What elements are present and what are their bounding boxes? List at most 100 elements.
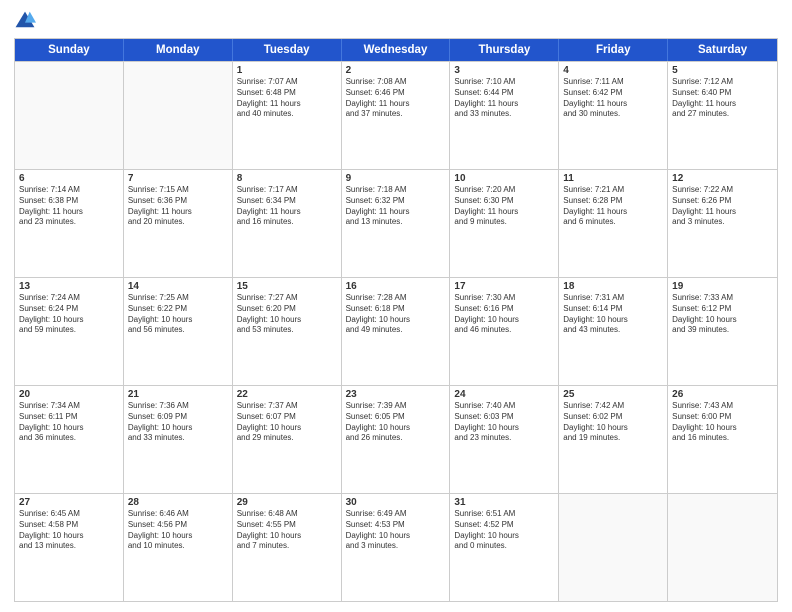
day-number: 14 — [128, 281, 228, 292]
day-number: 30 — [346, 497, 446, 508]
cell-info: Sunrise: 7:37 AMSunset: 6:07 PMDaylight:… — [237, 401, 337, 444]
day-number: 4 — [563, 65, 663, 76]
calendar-cell: 5Sunrise: 7:12 AMSunset: 6:40 PMDaylight… — [668, 62, 777, 169]
day-number: 7 — [128, 173, 228, 184]
calendar-cell: 7Sunrise: 7:15 AMSunset: 6:36 PMDaylight… — [124, 170, 233, 277]
cell-info: Sunrise: 7:33 AMSunset: 6:12 PMDaylight:… — [672, 293, 773, 336]
calendar-header: SundayMondayTuesdayWednesdayThursdayFrid… — [15, 39, 777, 61]
header — [14, 10, 778, 32]
day-number: 9 — [346, 173, 446, 184]
calendar: SundayMondayTuesdayWednesdayThursdayFrid… — [14, 38, 778, 602]
calendar-cell: 8Sunrise: 7:17 AMSunset: 6:34 PMDaylight… — [233, 170, 342, 277]
calendar-cell: 12Sunrise: 7:22 AMSunset: 6:26 PMDayligh… — [668, 170, 777, 277]
cell-info: Sunrise: 7:31 AMSunset: 6:14 PMDaylight:… — [563, 293, 663, 336]
calendar-cell: 26Sunrise: 7:43 AMSunset: 6:00 PMDayligh… — [668, 386, 777, 493]
calendar-cell: 29Sunrise: 6:48 AMSunset: 4:55 PMDayligh… — [233, 494, 342, 601]
calendar-cell: 24Sunrise: 7:40 AMSunset: 6:03 PMDayligh… — [450, 386, 559, 493]
calendar-row-2: 13Sunrise: 7:24 AMSunset: 6:24 PMDayligh… — [15, 277, 777, 385]
day-number: 11 — [563, 173, 663, 184]
day-number: 5 — [672, 65, 773, 76]
cell-info: Sunrise: 7:18 AMSunset: 6:32 PMDaylight:… — [346, 185, 446, 228]
calendar-cell: 1Sunrise: 7:07 AMSunset: 6:48 PMDaylight… — [233, 62, 342, 169]
day-number: 20 — [19, 389, 119, 400]
calendar-cell: 9Sunrise: 7:18 AMSunset: 6:32 PMDaylight… — [342, 170, 451, 277]
calendar-cell — [15, 62, 124, 169]
day-number: 26 — [672, 389, 773, 400]
calendar-row-0: 1Sunrise: 7:07 AMSunset: 6:48 PMDaylight… — [15, 61, 777, 169]
day-number: 24 — [454, 389, 554, 400]
calendar-row-1: 6Sunrise: 7:14 AMSunset: 6:38 PMDaylight… — [15, 169, 777, 277]
cell-info: Sunrise: 7:08 AMSunset: 6:46 PMDaylight:… — [346, 77, 446, 120]
day-number: 22 — [237, 389, 337, 400]
day-number: 3 — [454, 65, 554, 76]
day-number: 1 — [237, 65, 337, 76]
cell-info: Sunrise: 7:11 AMSunset: 6:42 PMDaylight:… — [563, 77, 663, 120]
cell-info: Sunrise: 7:34 AMSunset: 6:11 PMDaylight:… — [19, 401, 119, 444]
cell-info: Sunrise: 7:42 AMSunset: 6:02 PMDaylight:… — [563, 401, 663, 444]
calendar-cell: 18Sunrise: 7:31 AMSunset: 6:14 PMDayligh… — [559, 278, 668, 385]
calendar-cell: 13Sunrise: 7:24 AMSunset: 6:24 PMDayligh… — [15, 278, 124, 385]
calendar-cell: 25Sunrise: 7:42 AMSunset: 6:02 PMDayligh… — [559, 386, 668, 493]
calendar-cell: 2Sunrise: 7:08 AMSunset: 6:46 PMDaylight… — [342, 62, 451, 169]
day-number: 6 — [19, 173, 119, 184]
calendar-cell: 28Sunrise: 6:46 AMSunset: 4:56 PMDayligh… — [124, 494, 233, 601]
cell-info: Sunrise: 7:24 AMSunset: 6:24 PMDaylight:… — [19, 293, 119, 336]
calendar-row-3: 20Sunrise: 7:34 AMSunset: 6:11 PMDayligh… — [15, 385, 777, 493]
calendar-cell: 10Sunrise: 7:20 AMSunset: 6:30 PMDayligh… — [450, 170, 559, 277]
cell-info: Sunrise: 7:39 AMSunset: 6:05 PMDaylight:… — [346, 401, 446, 444]
day-number: 15 — [237, 281, 337, 292]
header-day-saturday: Saturday — [668, 39, 777, 61]
cell-info: Sunrise: 7:10 AMSunset: 6:44 PMDaylight:… — [454, 77, 554, 120]
day-number: 2 — [346, 65, 446, 76]
calendar-cell: 17Sunrise: 7:30 AMSunset: 6:16 PMDayligh… — [450, 278, 559, 385]
calendar-cell — [668, 494, 777, 601]
calendar-cell: 16Sunrise: 7:28 AMSunset: 6:18 PMDayligh… — [342, 278, 451, 385]
cell-info: Sunrise: 6:48 AMSunset: 4:55 PMDaylight:… — [237, 509, 337, 552]
cell-info: Sunrise: 7:07 AMSunset: 6:48 PMDaylight:… — [237, 77, 337, 120]
cell-info: Sunrise: 6:51 AMSunset: 4:52 PMDaylight:… — [454, 509, 554, 552]
calendar-cell — [559, 494, 668, 601]
day-number: 8 — [237, 173, 337, 184]
calendar-cell: 4Sunrise: 7:11 AMSunset: 6:42 PMDaylight… — [559, 62, 668, 169]
cell-info: Sunrise: 7:17 AMSunset: 6:34 PMDaylight:… — [237, 185, 337, 228]
day-number: 29 — [237, 497, 337, 508]
calendar-cell: 20Sunrise: 7:34 AMSunset: 6:11 PMDayligh… — [15, 386, 124, 493]
header-day-wednesday: Wednesday — [342, 39, 451, 61]
cell-info: Sunrise: 7:30 AMSunset: 6:16 PMDaylight:… — [454, 293, 554, 336]
day-number: 25 — [563, 389, 663, 400]
calendar-cell: 6Sunrise: 7:14 AMSunset: 6:38 PMDaylight… — [15, 170, 124, 277]
cell-info: Sunrise: 7:20 AMSunset: 6:30 PMDaylight:… — [454, 185, 554, 228]
header-day-monday: Monday — [124, 39, 233, 61]
cell-info: Sunrise: 7:43 AMSunset: 6:00 PMDaylight:… — [672, 401, 773, 444]
day-number: 28 — [128, 497, 228, 508]
calendar-cell: 30Sunrise: 6:49 AMSunset: 4:53 PMDayligh… — [342, 494, 451, 601]
day-number: 13 — [19, 281, 119, 292]
day-number: 16 — [346, 281, 446, 292]
cell-info: Sunrise: 7:27 AMSunset: 6:20 PMDaylight:… — [237, 293, 337, 336]
header-day-sunday: Sunday — [15, 39, 124, 61]
cell-info: Sunrise: 7:12 AMSunset: 6:40 PMDaylight:… — [672, 77, 773, 120]
day-number: 23 — [346, 389, 446, 400]
logo — [14, 10, 40, 32]
calendar-cell: 21Sunrise: 7:36 AMSunset: 6:09 PMDayligh… — [124, 386, 233, 493]
calendar-cell: 19Sunrise: 7:33 AMSunset: 6:12 PMDayligh… — [668, 278, 777, 385]
cell-info: Sunrise: 7:22 AMSunset: 6:26 PMDaylight:… — [672, 185, 773, 228]
calendar-cell: 14Sunrise: 7:25 AMSunset: 6:22 PMDayligh… — [124, 278, 233, 385]
cell-info: Sunrise: 6:45 AMSunset: 4:58 PMDaylight:… — [19, 509, 119, 552]
calendar-cell: 31Sunrise: 6:51 AMSunset: 4:52 PMDayligh… — [450, 494, 559, 601]
cell-info: Sunrise: 7:40 AMSunset: 6:03 PMDaylight:… — [454, 401, 554, 444]
cell-info: Sunrise: 6:49 AMSunset: 4:53 PMDaylight:… — [346, 509, 446, 552]
header-day-friday: Friday — [559, 39, 668, 61]
page: SundayMondayTuesdayWednesdayThursdayFrid… — [0, 0, 792, 612]
calendar-cell: 27Sunrise: 6:45 AMSunset: 4:58 PMDayligh… — [15, 494, 124, 601]
cell-info: Sunrise: 7:21 AMSunset: 6:28 PMDaylight:… — [563, 185, 663, 228]
calendar-row-4: 27Sunrise: 6:45 AMSunset: 4:58 PMDayligh… — [15, 493, 777, 601]
day-number: 12 — [672, 173, 773, 184]
day-number: 27 — [19, 497, 119, 508]
day-number: 17 — [454, 281, 554, 292]
day-number: 10 — [454, 173, 554, 184]
cell-info: Sunrise: 7:36 AMSunset: 6:09 PMDaylight:… — [128, 401, 228, 444]
cell-info: Sunrise: 7:25 AMSunset: 6:22 PMDaylight:… — [128, 293, 228, 336]
calendar-body: 1Sunrise: 7:07 AMSunset: 6:48 PMDaylight… — [15, 61, 777, 601]
calendar-cell — [124, 62, 233, 169]
